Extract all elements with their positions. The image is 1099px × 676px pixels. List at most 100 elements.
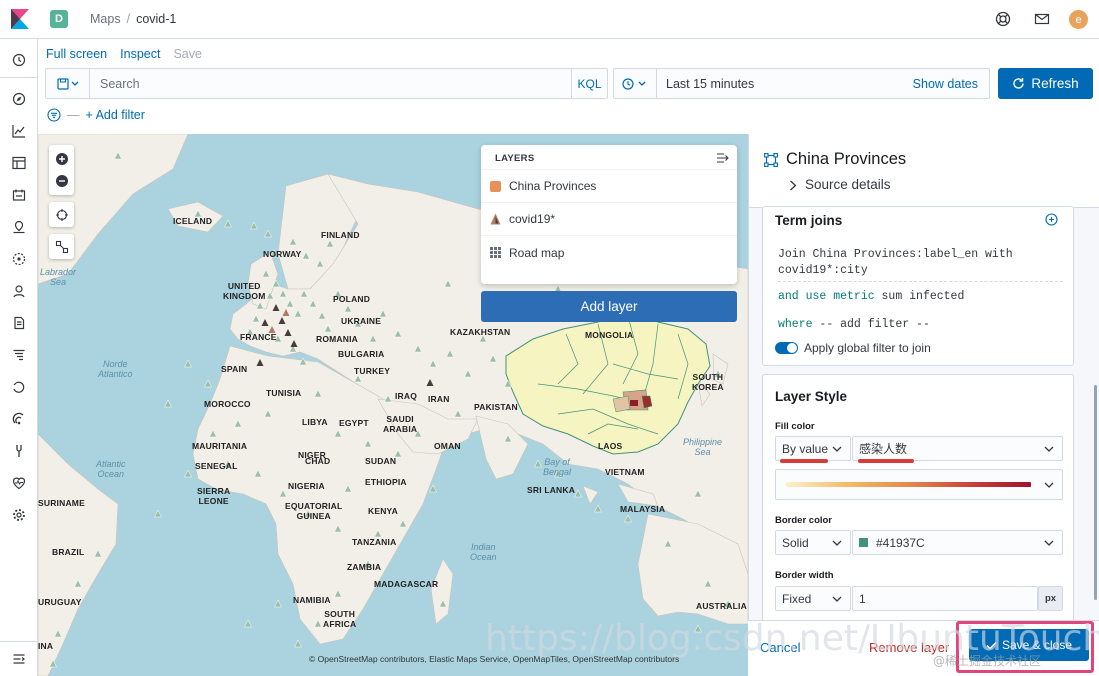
ml-icon[interactable] (12, 252, 26, 266)
zoom-out-icon[interactable] (55, 174, 69, 188)
time-range-display[interactable]: Last 15 minutes (657, 77, 913, 91)
covid-point-marker (334, 524, 342, 533)
set-view-button[interactable] (49, 202, 74, 227)
layer-row-covid19[interactable]: covid19* (481, 203, 737, 236)
kql-toggle[interactable]: KQL (571, 69, 607, 98)
border-color-label: Border color (775, 515, 833, 526)
clock-icon (622, 77, 646, 90)
covid-point-marker (204, 379, 212, 388)
covid-point-marker (314, 389, 322, 398)
full-screen-link[interactable]: Full screen (46, 47, 107, 61)
color-ramp-select[interactable] (775, 469, 1063, 500)
layers-panel: LAYERS China Provinces covid19* Road map (481, 145, 737, 284)
covid-point-marker (294, 309, 302, 318)
covid-point-marker (252, 314, 260, 323)
zoom-in-icon[interactable] (55, 152, 69, 166)
map-label: KAZAKHSTAN (450, 327, 511, 337)
chevron-down-icon (1044, 540, 1054, 546)
map-label: VIETNAM (605, 467, 645, 477)
covid-point-marker (694, 489, 702, 498)
layer-row-road-map[interactable]: Road map (481, 236, 737, 269)
discover-compass-icon[interactable] (12, 92, 26, 106)
border-mode-select[interactable]: Solid (775, 530, 851, 555)
map-label: CHAD (305, 456, 331, 466)
source-details-toggle[interactable]: Source details (805, 177, 891, 192)
covid-point-marker (364, 439, 372, 448)
where-expression[interactable]: where -- add filter -- (778, 318, 930, 331)
map-label: SRI LANKA (527, 485, 576, 495)
covid-point-marker (429, 359, 437, 368)
map-label: ZAMBIA (347, 562, 382, 572)
breadcrumb-current: covid-1 (136, 12, 177, 26)
join-expression[interactable]: Join China Provinces:label_en with covid… (778, 247, 1063, 282)
map-label: POLAND (333, 294, 371, 304)
kibana-logo[interactable] (11, 9, 29, 29)
covid-point-marker (414, 344, 422, 353)
dev-tools-icon[interactable] (12, 444, 26, 458)
covid-point-marker (504, 379, 512, 388)
search-input[interactable]: Search (90, 77, 571, 91)
management-gear-icon[interactable] (12, 508, 26, 522)
quick-select-button[interactable] (614, 69, 657, 98)
recent-clock-icon[interactable] (12, 53, 26, 67)
user-avatar[interactable]: e (1069, 10, 1088, 29)
covid-point-marker (294, 639, 302, 648)
map-label: IRAN (428, 394, 450, 404)
layer-label: Road map (509, 245, 565, 260)
metric-expression[interactable]: and use metric sum infected (778, 290, 964, 303)
breadcrumb-maps[interactable]: Maps (90, 12, 121, 26)
covid-point-marker (344, 304, 352, 313)
siem-icon[interactable] (12, 412, 26, 426)
inspect-link[interactable]: Inspect (120, 47, 160, 61)
covid-point-marker (369, 334, 377, 343)
visualize-icon[interactable] (12, 124, 26, 138)
ocean-label: Norde Atlantico (98, 359, 133, 379)
covid-point-marker (300, 289, 308, 298)
covid-point-marker (279, 289, 287, 298)
border-width-input[interactable]: 1 (852, 586, 1038, 611)
map-label: NORWAY (263, 249, 302, 259)
editor-header: China Provinces Source details (749, 134, 1099, 208)
fill-color-label: Fill color (775, 421, 815, 432)
covid-point-marker (184, 469, 192, 478)
covid-point-marker (266, 291, 274, 300)
map-label: TURKEY (354, 366, 391, 376)
space-avatar[interactable]: D (50, 10, 68, 28)
filter-menu-icon[interactable] (47, 108, 61, 122)
canvas-icon[interactable] (12, 188, 26, 202)
monitoring-icon[interactable] (12, 476, 26, 490)
refresh-button[interactable]: Refresh (998, 68, 1093, 99)
global-filter-toggle[interactable] (775, 342, 798, 354)
covid-point-marker (504, 434, 512, 443)
logs-icon[interactable] (12, 316, 26, 330)
add-join-icon[interactable] (1045, 213, 1058, 226)
saved-query-button[interactable] (46, 69, 90, 98)
panel-scrollbar[interactable] (1094, 385, 1097, 600)
map-label: SIERRA LEONE (197, 486, 231, 506)
apm-icon[interactable] (12, 348, 26, 362)
draw-shape-icon (55, 240, 68, 253)
chevron-right-icon[interactable] (789, 180, 797, 191)
add-filter-link[interactable]: + Add filter (86, 108, 145, 122)
collapse-nav-icon[interactable] (12, 652, 26, 666)
show-dates-link[interactable]: Show dates (913, 77, 989, 91)
map-label: LIBYA (302, 417, 328, 427)
maps-icon[interactable] (12, 220, 26, 234)
layer-row-china-provinces[interactable]: China Provinces (481, 170, 737, 203)
map-label: EQUATORIAL GUINEA (285, 501, 343, 521)
map-label: BULGARIA (338, 349, 385, 359)
metrics-icon[interactable] (12, 284, 26, 298)
fill-mode-select[interactable]: By value (775, 436, 851, 461)
help-icon[interactable] (995, 11, 1011, 27)
border-color-picker[interactable]: #41937C (852, 530, 1063, 555)
draw-tools-button[interactable] (49, 234, 74, 259)
covid-point-marker (154, 509, 162, 518)
uptime-icon[interactable] (12, 380, 26, 394)
mail-icon[interactable] (1034, 11, 1050, 27)
collapse-layers-icon[interactable] (717, 153, 729, 163)
dashboard-icon[interactable] (12, 156, 26, 170)
border-width-mode-select[interactable]: Fixed (775, 586, 851, 611)
add-layer-button[interactable]: Add layer (481, 291, 737, 322)
fill-field-select[interactable]: 感染人数 (852, 436, 1063, 461)
query-bar: Search KQL (45, 68, 608, 99)
